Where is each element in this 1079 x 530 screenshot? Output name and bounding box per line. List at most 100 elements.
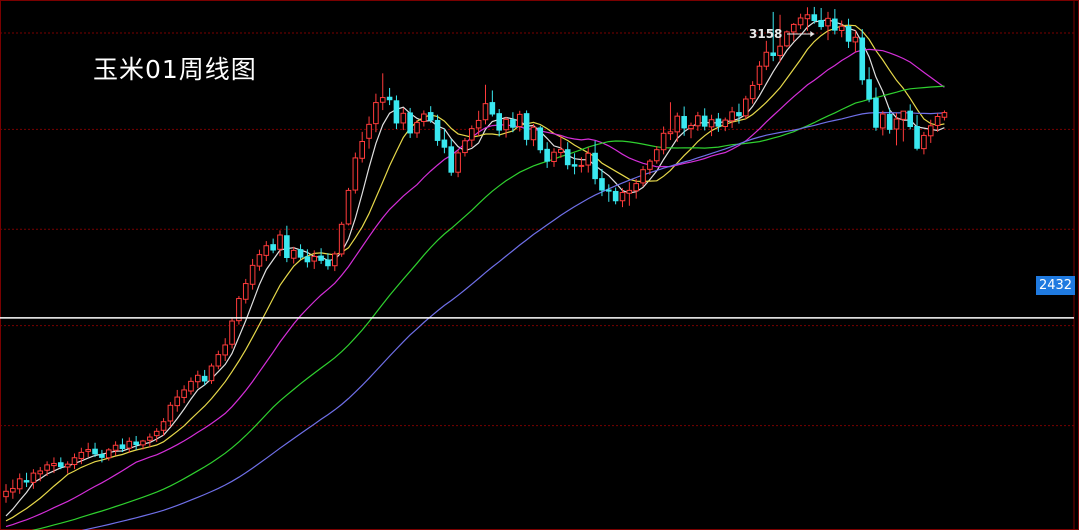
candle-body-down — [770, 52, 777, 56]
candle-body-up — [516, 113, 523, 128]
candle-body-up — [147, 436, 153, 441]
candle-body-down — [270, 244, 276, 251]
candle-body-up — [105, 449, 112, 459]
candle-body-up — [749, 84, 756, 100]
candle-body-up — [695, 115, 701, 127]
candle-body-down — [736, 112, 742, 117]
candle-body-down — [448, 146, 455, 173]
candle-body-up — [10, 487, 16, 493]
candle-body-up — [551, 151, 557, 162]
candle-body-down — [544, 148, 550, 162]
candle-body-up — [277, 234, 283, 250]
candle-body-up — [729, 111, 735, 122]
candle-body-up — [462, 140, 468, 154]
candle-body-down — [99, 454, 105, 458]
candle-body-down — [325, 259, 331, 267]
candle-body-up — [414, 122, 420, 134]
candle-body-up — [373, 102, 379, 125]
candle-body-down — [284, 235, 290, 259]
candle-body-up — [667, 131, 674, 135]
candle-body-down — [564, 149, 571, 166]
candle-body-down — [599, 178, 605, 191]
candle-body-down — [914, 126, 920, 149]
candle-body-up — [242, 283, 249, 300]
candle-body-up — [647, 160, 653, 170]
candle-body-up — [345, 189, 352, 225]
candle-body-down — [523, 113, 530, 140]
candle-body-up — [188, 380, 194, 392]
candle-body-down — [297, 249, 304, 258]
candle-body-up — [777, 45, 783, 56]
candle-body-up — [708, 119, 715, 128]
candle-body-up — [640, 169, 646, 184]
candle-body-down — [701, 115, 708, 127]
candle-body-down — [318, 255, 324, 261]
ma40-line — [31, 85, 945, 530]
candle-body-up — [838, 25, 845, 31]
candle-body-up — [660, 132, 667, 151]
candle-body-up — [797, 17, 804, 26]
candle-body-up — [921, 134, 927, 150]
candle-body-up — [332, 253, 338, 267]
candle-body-up — [290, 249, 297, 259]
candle-body-up — [482, 103, 489, 121]
candle-body-down — [612, 190, 619, 202]
candle-body-down — [907, 110, 914, 128]
candle-body-down — [832, 18, 838, 31]
candle-body-up — [30, 472, 37, 483]
candle-body-up — [400, 112, 407, 124]
candle-body-up — [64, 463, 71, 468]
candle-body-down — [58, 462, 64, 468]
candle-body-down — [681, 116, 687, 129]
candle-body-up — [160, 421, 167, 431]
candle-body-down — [537, 127, 544, 151]
candle-body-up — [379, 97, 386, 103]
candle-body-up — [455, 152, 461, 173]
candle-body-down — [592, 152, 598, 180]
candle-body-up — [153, 430, 160, 437]
candle-body-up — [51, 462, 57, 467]
candle-body-up — [229, 320, 235, 345]
peak-arrow-head — [810, 31, 815, 37]
candle-body-down — [510, 119, 516, 128]
candle-body-down — [715, 118, 722, 127]
candle-body-up — [469, 128, 475, 141]
candle-body-up — [941, 112, 948, 118]
candle-body-up — [256, 254, 263, 267]
candle-body-up — [653, 149, 660, 162]
candle-body-up — [804, 14, 811, 20]
candle-body-up — [311, 255, 318, 262]
ma10-line — [5, 24, 945, 522]
ma60-line — [81, 111, 945, 530]
candle-body-down — [119, 444, 126, 449]
candle-body-up — [893, 118, 900, 130]
candle-body-up — [16, 478, 23, 490]
ma5-line — [5, 18, 945, 517]
candle-body-up — [71, 457, 78, 466]
candle-body-down — [606, 189, 612, 192]
candle-body-up — [585, 152, 592, 166]
current-price-tag: 2432 — [1036, 276, 1075, 295]
candle-body-up — [626, 189, 633, 194]
ma20-line — [5, 48, 945, 528]
candle-body-down — [434, 119, 441, 141]
candle-body-up — [743, 98, 749, 117]
candle-body-up — [503, 118, 509, 131]
candle-body-down — [886, 113, 893, 130]
candle-body-down — [873, 97, 879, 128]
candle-body-up — [722, 119, 729, 128]
candle-body-down — [407, 112, 413, 134]
candle-body-up — [126, 440, 133, 449]
chart-title: 玉米01周线图 — [93, 55, 257, 84]
candle-body-down — [845, 26, 852, 42]
candle-body-up — [174, 396, 181, 407]
candle-body-up — [359, 140, 365, 159]
candle-body-up — [263, 245, 270, 256]
candle-body-up — [825, 17, 831, 27]
candle-body-up — [688, 124, 694, 130]
candle-body-up — [37, 470, 44, 475]
candle-body-up — [633, 183, 640, 192]
candle-body-up — [352, 157, 359, 191]
moving-average-lines — [5, 18, 945, 530]
candle-body-down — [133, 441, 139, 446]
